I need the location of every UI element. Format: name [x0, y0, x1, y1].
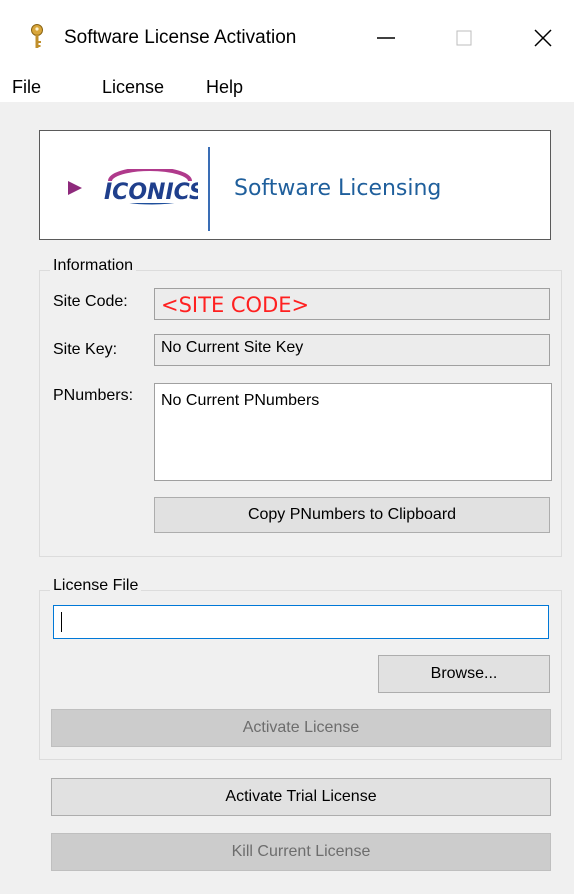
site-key-field: No Current Site Key	[154, 334, 550, 366]
close-button[interactable]	[520, 18, 566, 58]
license-file-input[interactable]	[53, 605, 549, 639]
pnumbers-value: No Current PNumbers	[161, 392, 320, 409]
iconics-logo: ICONICS	[68, 167, 205, 214]
information-legend: Information	[50, 257, 137, 275]
site-code-label: Site Code:	[53, 293, 128, 310]
pnumbers-label: PNumbers:	[53, 387, 134, 404]
site-key-label: Site Key:	[53, 341, 118, 358]
svg-text:ICONICS: ICONICS	[104, 180, 198, 205]
menu-bar: File License Help	[0, 74, 574, 102]
banner-divider	[208, 147, 210, 231]
close-icon	[534, 29, 552, 47]
product-banner: ICONICS Software Licensing	[39, 130, 551, 240]
license-file-legend: License File	[50, 577, 142, 595]
menu-license[interactable]: License	[102, 77, 164, 98]
pnumbers-field[interactable]: No Current PNumbers	[154, 383, 552, 481]
site-code-field: <SITE CODE>	[154, 288, 550, 320]
menu-help[interactable]: Help	[206, 77, 243, 98]
text-cursor	[61, 612, 62, 632]
activate-license-button: Activate License	[51, 709, 551, 747]
minimize-button[interactable]	[363, 18, 409, 58]
minimize-icon	[377, 37, 395, 39]
site-key-value: No Current Site Key	[161, 339, 304, 356]
menu-file[interactable]: File	[12, 77, 41, 98]
title-bar: Software License Activation	[0, 0, 574, 74]
key-icon	[30, 24, 44, 50]
banner-title: Software Licensing	[234, 176, 442, 201]
maximize-icon	[456, 30, 472, 46]
browse-button[interactable]: Browse...	[378, 655, 550, 693]
window-title: Software License Activation	[64, 27, 297, 48]
copy-pnumbers-button[interactable]: Copy PNumbers to Clipboard	[154, 497, 550, 533]
maximize-button	[441, 18, 487, 58]
activate-trial-license-button[interactable]: Activate Trial License	[51, 778, 551, 816]
site-code-value: <SITE CODE>	[161, 293, 310, 317]
kill-current-license-button: Kill Current License	[51, 833, 551, 871]
